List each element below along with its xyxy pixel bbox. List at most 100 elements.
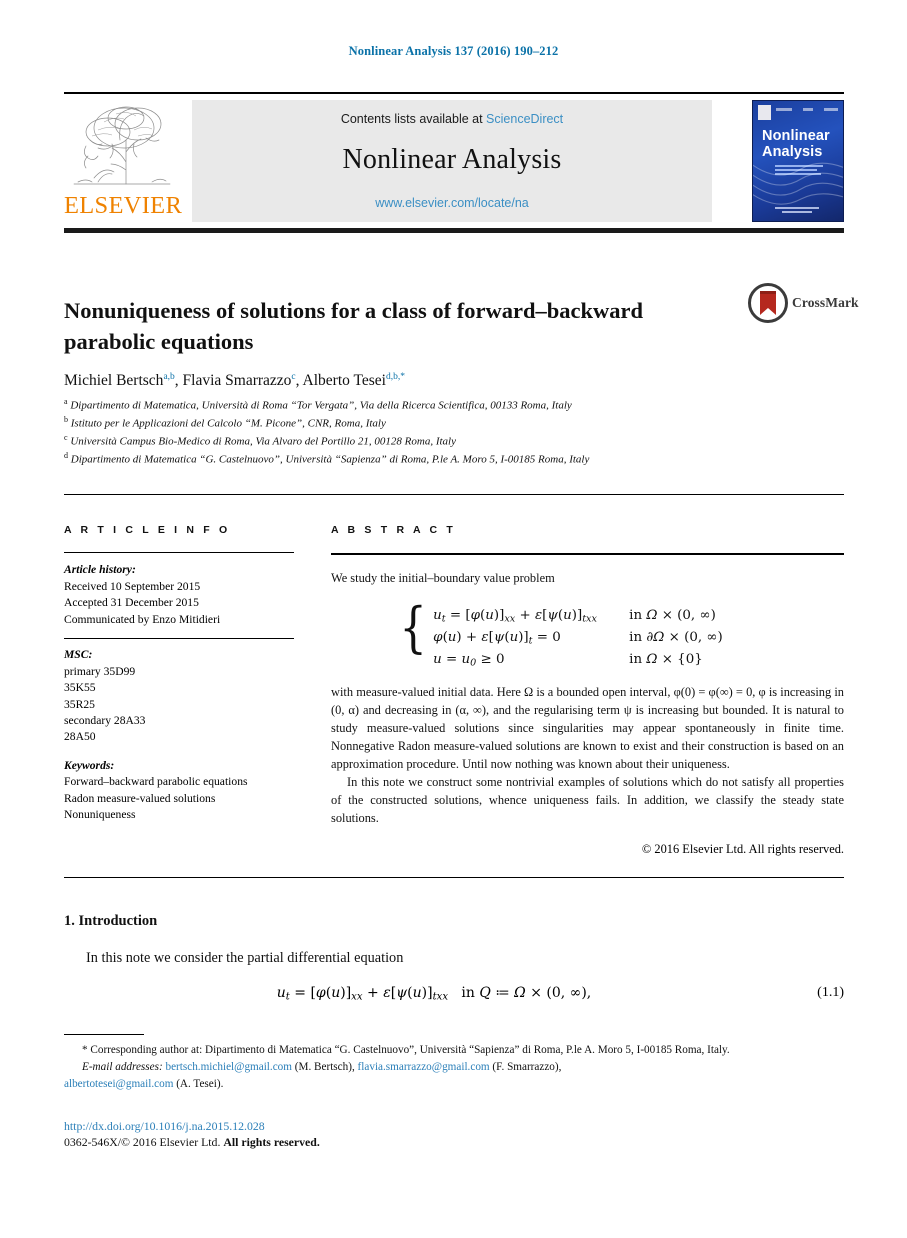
email-link[interactable]: flavia.smarrazzo@gmail.com [358, 1061, 490, 1073]
system-rows: ut = [φ(u)]xx + ε[ψ(u)]txx in Ω × (0, ∞)… [433, 601, 779, 671]
elsevier-logo: ELSEVIER [64, 100, 182, 222]
cover-elsevier-badge-icon [758, 105, 771, 120]
msc-label: MSC: [64, 648, 93, 662]
msc-item: primary 35D99 [64, 664, 136, 678]
cover-wave-graphic [753, 162, 843, 205]
issn-prefix: 0362-546X/ [64, 1135, 122, 1149]
journal-masthead: ELSEVIER Contents lists available at Sci… [64, 96, 844, 224]
affiliation-mark: a [64, 397, 68, 406]
equation-1-1-number: (1.1) [817, 985, 844, 1000]
article-history-label: Article history: [64, 563, 136, 577]
article-info-heading: A R T I C L E I N F O [64, 524, 231, 536]
journal-cover-thumbnail: Nonlinear Analysis [752, 100, 844, 222]
abstract-lead: We study the initial–boundary value prob… [331, 570, 555, 585]
section-heading-introduction: 1. Introduction [64, 913, 158, 929]
equation-1-1: ut = [φ(u)]xx + ε[ψ(u)]txx in Q ≔ Ω × (0… [276, 985, 592, 1003]
keyword-item: Forward–backward parabolic equations [64, 775, 248, 789]
affiliation-item: b Istituto per le Applicazioni del Calco… [64, 414, 784, 432]
abstract-column: A B S T R A C T We study the initial–bou… [331, 524, 844, 857]
footnote-block: * Corresponding author at: Dipartimento … [64, 1042, 846, 1092]
history-item: Received 10 September 2015 [64, 579, 201, 593]
abstract-rule [331, 553, 844, 555]
msc-block: MSC: primary 35D99 35K55 35R25 secondary… [64, 647, 294, 746]
contents-available-line: Contents lists available at ScienceDirec… [192, 112, 712, 126]
page-title: Nonuniqueness of solutions for a class o… [64, 298, 644, 354]
contents-band: Contents lists available at ScienceDirec… [192, 100, 712, 222]
author-list: Michiel Bertscha,b, Flavia Smarrazzoc, A… [64, 372, 405, 390]
cover-topbar [758, 105, 838, 121]
email-link[interactable]: bertsch.michiel@gmail.com [165, 1061, 292, 1073]
cover-title-line1: Nonlinear [762, 128, 830, 144]
keyword-item: Nonuniqueness [64, 808, 136, 822]
elsevier-tree-svg [73, 106, 171, 185]
keywords-block: Keywords: Forward–backward parabolic equ… [64, 758, 294, 824]
affiliation-text: Università Campus Bio-Medico di Roma, Vi… [70, 435, 456, 448]
msc-rule [64, 638, 294, 640]
affiliation-item: a Dipartimento di Matematica, Università… [64, 396, 784, 414]
affiliation-item: c Università Campus Bio-Medico di Roma, … [64, 432, 784, 450]
crossmark-label: CrossMark [792, 295, 859, 310]
affiliation-text: Dipartimento di Matematica “G. Castelnuo… [70, 453, 590, 466]
crossmark-icon [748, 283, 788, 323]
affiliation-text: Dipartimento di Matematica, Università d… [70, 399, 572, 412]
contents-prefix: Contents lists available at [340, 112, 487, 126]
sciencedirect-link[interactable]: ScienceDirect [486, 112, 563, 126]
abstract-equation-system: { ut = [φ(u)]xx + ε[ψ(u)]txx in Ω × (0, … [331, 595, 844, 671]
abstract-heading: A B S T R A C T [331, 524, 456, 536]
abstract-paragraph-1: with measure-valued initial data. Here Ω… [331, 685, 844, 772]
msc-item: 35R25 [64, 697, 95, 711]
email-link[interactable]: albertotesei@gmail.com [64, 1078, 173, 1090]
masthead-bottom-rule [64, 228, 844, 233]
body-top-rule [64, 877, 844, 879]
affiliation-mark: c [64, 432, 68, 442]
article-info-rule [64, 552, 294, 554]
crossmark-badge[interactable]: CrossMark [748, 283, 859, 325]
msc-item: secondary 28A33 [64, 714, 146, 727]
email-owner: (F. Smarrazzo) [492, 1060, 559, 1073]
issn-copyright-line: 0362-546X/© 2016 Elsevier Ltd. All right… [64, 1135, 320, 1150]
system-row-rhs: in Ω × (0, ∞) [629, 607, 716, 623]
email-label: E-mail addresses: [82, 1060, 163, 1073]
system-row-rhs: in Ω × {0} [629, 652, 703, 668]
issn-rights: All rights reserved. [223, 1135, 320, 1149]
system-row-lhs: φ(u) + ε[ψ(u)]t = 0 [433, 629, 561, 647]
keyword-item: Radon measure-valued solutions [64, 791, 216, 805]
affiliation-mark: d [64, 450, 68, 460]
history-item: Accepted 31 December 2015 [64, 596, 199, 610]
system-row: φ(u) + ε[ψ(u)]t = 0 in ∂Ω × (0, ∞) [433, 627, 779, 649]
doi-link[interactable]: http://dx.doi.org/10.1016/j.na.2015.12.0… [64, 1119, 265, 1134]
cover-top-metadata [776, 108, 838, 116]
email-owner: (M. Bertsch) [294, 1060, 352, 1073]
system-row-lhs: ut = [φ(u)]xx + ε[ψ(u)]txx [433, 607, 597, 625]
journal-title: Nonlinear Analysis [342, 144, 562, 175]
msc-item: 28A50 [64, 730, 96, 744]
affiliation-item: d Dipartimento di Matematica “G. Casteln… [64, 450, 784, 468]
journal-homepage-link[interactable]: www.elsevier.com/locate/na [192, 196, 712, 210]
msc-item: 35K55 [64, 681, 96, 695]
history-item: Communicated by Enzo Mitidieri [64, 612, 221, 626]
affiliation-list: a Dipartimento di Matematica, Università… [64, 396, 784, 468]
cover-footer-lines [775, 207, 825, 215]
masthead-top-rule [64, 92, 844, 94]
system-row-lhs: u = u0 ≥ 0 [433, 652, 505, 669]
issn-rest: © 2016 Elsevier Ltd. [121, 1135, 224, 1149]
keywords-label: Keywords: [64, 758, 115, 772]
system-brace: { [399, 595, 427, 659]
running-head: Nonlinear Analysis 137 (2016) 190–212 [348, 44, 559, 58]
system-row-rhs: in ∂Ω × (0, ∞) [629, 629, 723, 645]
footnote-rule [64, 1034, 144, 1036]
article-info-column: A R T I C L E I N F O Article history: R… [64, 524, 294, 824]
system-row: ut = [φ(u)]xx + ε[ψ(u)]txx in Ω × (0, ∞) [433, 605, 779, 627]
elsevier-tree-icon [68, 100, 176, 192]
journal-article-first-page: Nonlinear Analysis 137 (2016) 190–212 EL… [0, 0, 907, 1238]
corresponding-author-note: * Corresponding author at: Dipartimento … [82, 1044, 730, 1056]
info-abstract-top-rule [64, 494, 844, 496]
abstract-copyright: © 2016 Elsevier Ltd. All rights reserved… [641, 842, 844, 857]
abstract-paragraph-2: In this note we construct some nontrivia… [331, 775, 844, 826]
elsevier-wordmark: ELSEVIER [64, 192, 183, 219]
email-owner: (A. Tesei) [176, 1077, 221, 1090]
affiliation-mark: b [64, 414, 68, 424]
system-row: u = u0 ≥ 0 in Ω × {0} [433, 649, 779, 671]
article-history-block: Article history: Received 10 September 2… [64, 562, 294, 628]
